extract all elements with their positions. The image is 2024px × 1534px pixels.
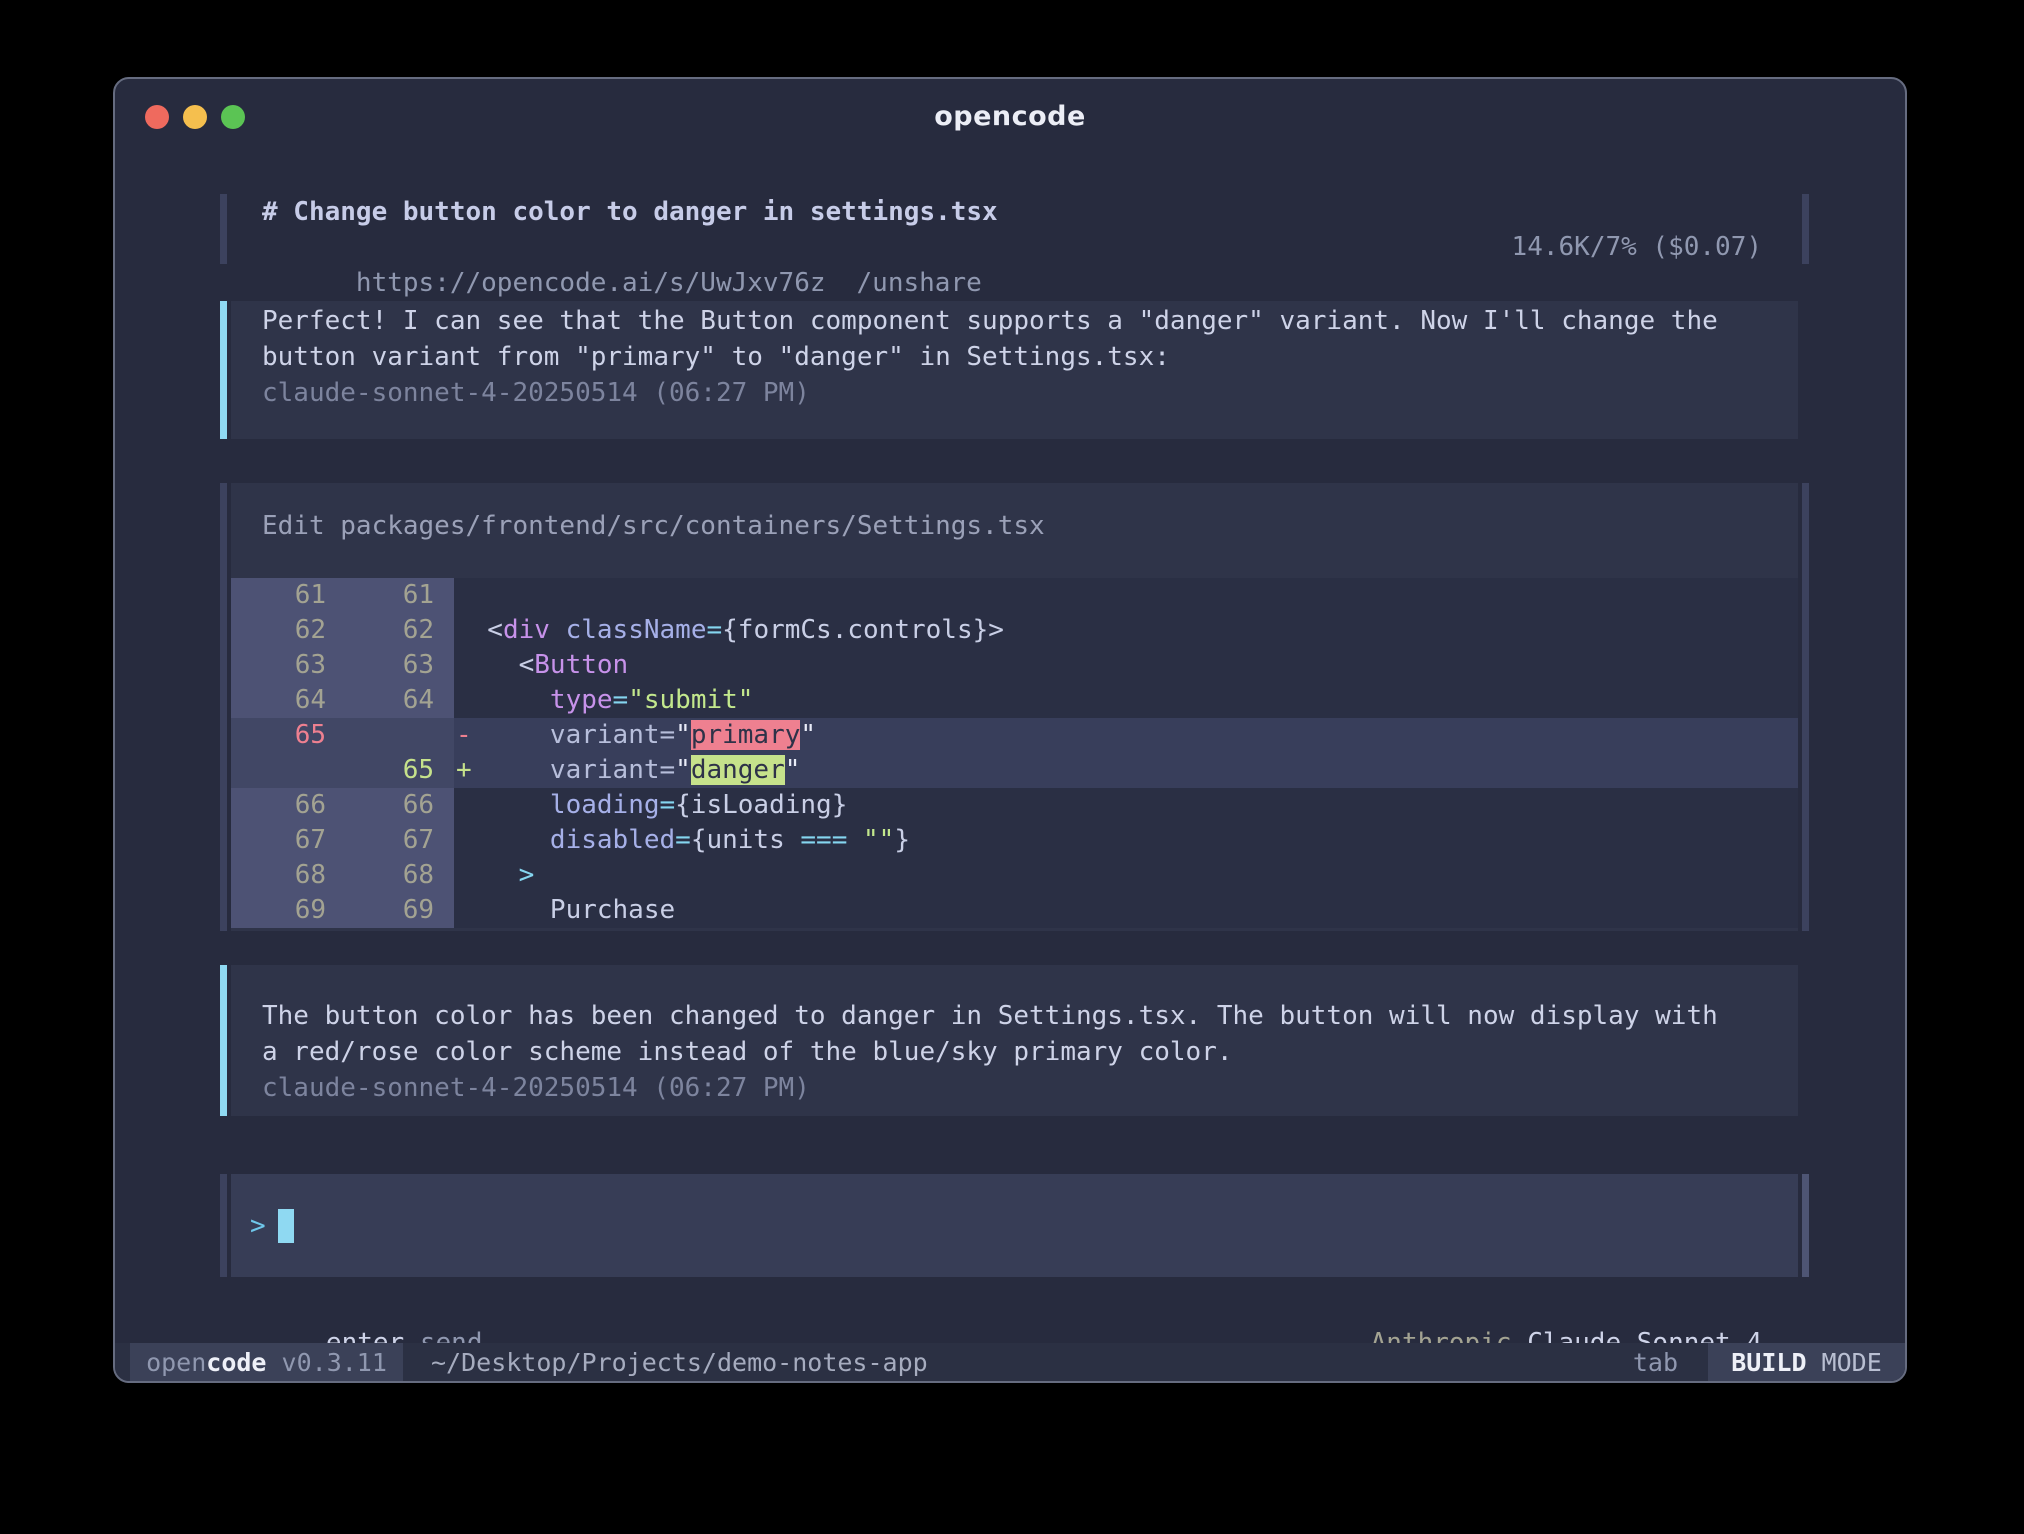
diff-view: 61616262 <div className={formCs.controls… bbox=[231, 578, 1798, 928]
diff-new-line-number bbox=[326, 718, 434, 753]
message-text: a red/rose color scheme instead of the b… bbox=[262, 1034, 1798, 1070]
diff-old-line-number: 69 bbox=[231, 893, 326, 928]
diff-code-line: Purchase bbox=[454, 893, 1798, 928]
mode-segment: BUILD MODE bbox=[1708, 1343, 1905, 1381]
diff-code-line: <div className={formCs.controls}> bbox=[454, 613, 1798, 648]
edit-tool-body: Edit packages/frontend/src/containers/Se… bbox=[231, 483, 1798, 931]
message-text: button variant from "primary" to "danger… bbox=[262, 339, 1798, 375]
session-title: # Change button color to danger in setti… bbox=[262, 194, 998, 230]
diff-old-line-number: 63 bbox=[231, 648, 326, 683]
header-left-border bbox=[220, 194, 227, 264]
message-accent-bar bbox=[220, 965, 227, 1116]
diff-row: 6868 > bbox=[231, 858, 1798, 893]
diff-old-line-number: 65 bbox=[231, 718, 326, 753]
edit-tool-title: Edit packages/frontend/src/containers/Se… bbox=[262, 508, 1045, 544]
diff-old-line-number: 62 bbox=[231, 613, 326, 648]
working-directory: ~/Desktop/Projects/demo-notes-app bbox=[431, 1348, 928, 1377]
diff-new-line-number: 68 bbox=[326, 858, 434, 893]
app-name-code: code bbox=[206, 1348, 266, 1377]
diff-old-line-number: 68 bbox=[231, 858, 326, 893]
diff-old-line-number bbox=[231, 753, 326, 788]
message-meta: claude-sonnet-4-20250514 (06:27 PM) bbox=[262, 1070, 1798, 1106]
message-meta: claude-sonnet-4-20250514 (06:27 PM) bbox=[262, 375, 1798, 411]
diff-row: 6363 <Button bbox=[231, 648, 1798, 683]
diff-new-line-number: 61 bbox=[326, 578, 434, 613]
unshare-command[interactable]: /unshare bbox=[857, 268, 982, 298]
message-text: Perfect! I can see that the Button compo… bbox=[262, 303, 1798, 339]
diff-code-line: loading={isLoading} bbox=[454, 788, 1798, 823]
diff-old-line-number: 67 bbox=[231, 823, 326, 858]
text-cursor bbox=[278, 1209, 294, 1243]
window-title: opencode bbox=[115, 101, 1905, 132]
terminal-window: opencode # Change button color to danger… bbox=[113, 77, 1907, 1383]
titlebar: opencode bbox=[115, 79, 1905, 155]
diff-code-line: + variant="danger" bbox=[454, 753, 1798, 788]
prompt-symbol: > bbox=[250, 1211, 266, 1241]
app-version: v0.3.11 bbox=[267, 1348, 387, 1377]
status-bar: opencode v0.3.11 ~/Desktop/Projects/demo… bbox=[115, 1343, 1905, 1381]
diff-old-line-number: 66 bbox=[231, 788, 326, 823]
diff-code-line: > bbox=[454, 858, 1798, 893]
diff-old-line-number: 64 bbox=[231, 683, 326, 718]
edit-tool-block: Edit packages/frontend/src/containers/Se… bbox=[220, 483, 1809, 931]
prompt-input[interactable]: > bbox=[231, 1174, 1798, 1277]
diff-code-line bbox=[454, 578, 1798, 613]
diff-code-line: type="submit" bbox=[454, 683, 1798, 718]
diff-code-line: disabled={units === ""} bbox=[454, 823, 1798, 858]
message-text: The button color has been changed to dan… bbox=[262, 998, 1798, 1034]
edit-right-border bbox=[1802, 483, 1809, 931]
diff-new-line-number: 64 bbox=[326, 683, 434, 718]
app-name-open: open bbox=[146, 1348, 206, 1377]
context-stats: 14.6K/7% ($0.07) bbox=[1512, 229, 1762, 265]
diff-row: 6262 <div className={formCs.controls}> bbox=[231, 613, 1798, 648]
diff-old-line-number: 61 bbox=[231, 578, 326, 613]
session-header: # Change button color to danger in setti… bbox=[220, 194, 1809, 264]
diff-row: 6969 Purchase bbox=[231, 893, 1798, 928]
app-version-segment: opencode v0.3.11 bbox=[130, 1343, 403, 1381]
share-url[interactable]: https://opencode.ai/s/UwJxv76z bbox=[356, 268, 826, 298]
input-right-border bbox=[1802, 1174, 1809, 1277]
diff-row: 65 - variant="primary" bbox=[231, 718, 1798, 753]
diff-new-line-number: 62 bbox=[326, 613, 434, 648]
edit-left-border bbox=[220, 483, 227, 931]
assistant-message: The button color has been changed to dan… bbox=[220, 965, 1798, 1116]
diff-new-line-number: 65 bbox=[326, 753, 434, 788]
diff-code-line: - variant="primary" bbox=[454, 718, 1798, 753]
diff-row: 65 + variant="danger" bbox=[231, 753, 1798, 788]
diff-row: 6161 bbox=[231, 578, 1798, 613]
prompt-input-block: > bbox=[220, 1174, 1809, 1277]
assistant-message: Perfect! I can see that the Button compo… bbox=[220, 301, 1798, 439]
diff-code-line: <Button bbox=[454, 648, 1798, 683]
input-left-border bbox=[220, 1174, 227, 1277]
tab-key-hint: tab bbox=[1633, 1348, 1678, 1377]
diff-new-line-number: 63 bbox=[326, 648, 434, 683]
message-accent-bar bbox=[220, 301, 227, 439]
diff-row: 6464 type="submit" bbox=[231, 683, 1798, 718]
mode-build-label: BUILD bbox=[1731, 1348, 1806, 1377]
diff-row: 6767 disabled={units === ""} bbox=[231, 823, 1798, 858]
diff-row: 6666 loading={isLoading} bbox=[231, 788, 1798, 823]
mode-mode-label: MODE bbox=[1807, 1348, 1882, 1377]
header-right-border bbox=[1802, 194, 1809, 264]
diff-new-line-number: 69 bbox=[326, 893, 434, 928]
diff-new-line-number: 66 bbox=[326, 788, 434, 823]
diff-new-line-number: 67 bbox=[326, 823, 434, 858]
